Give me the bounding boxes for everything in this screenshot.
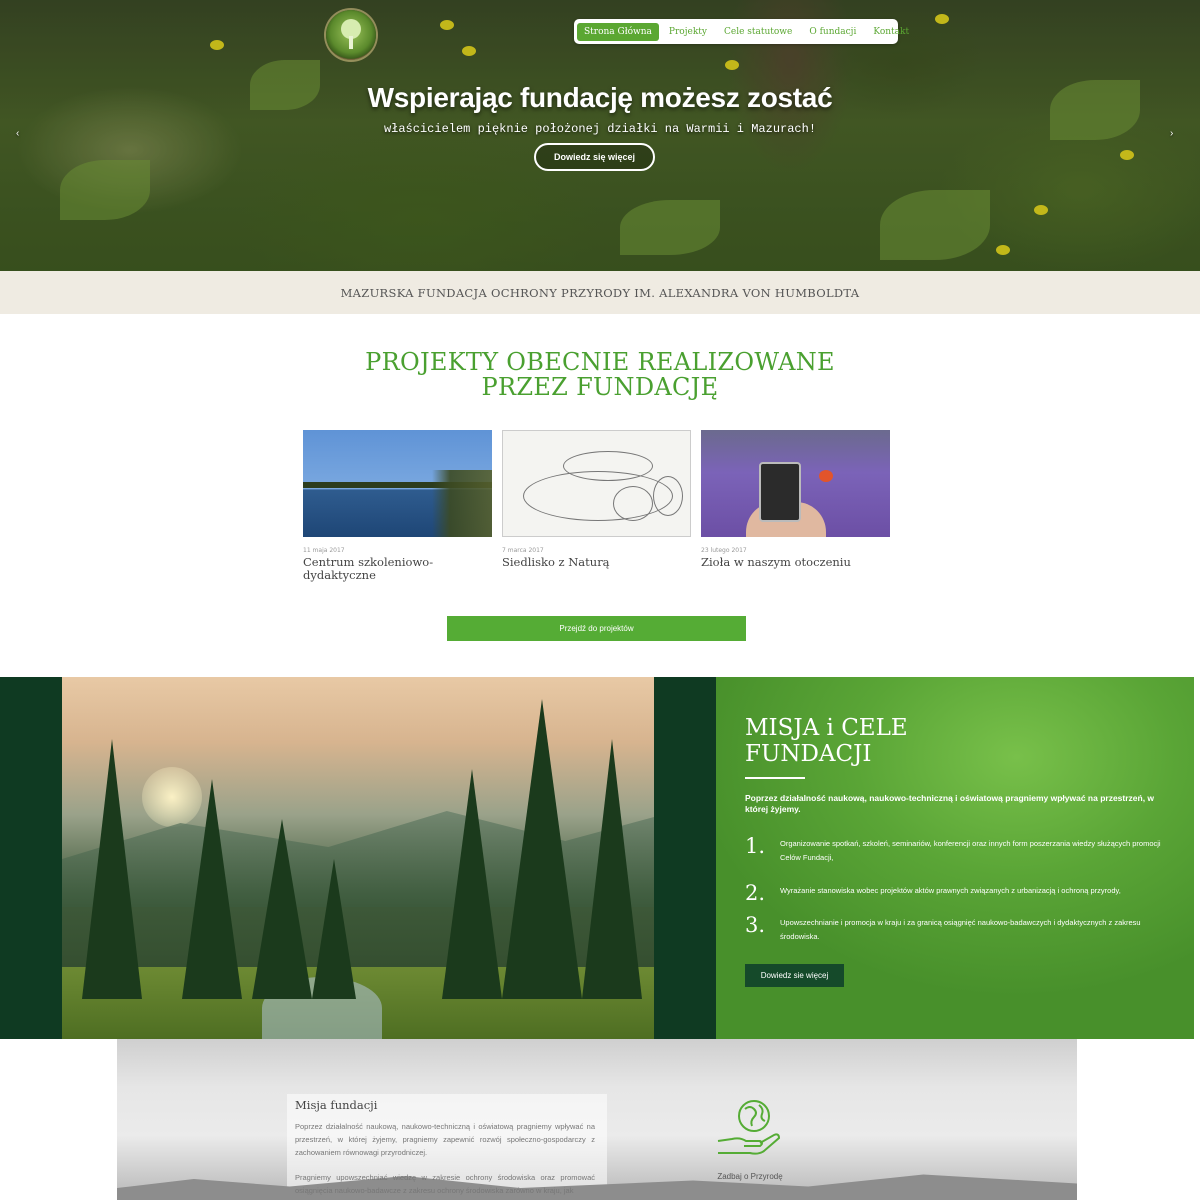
list-text: Wyrażanie stanowiska wobec projektów akt…: [780, 886, 1121, 895]
hero-subtitle: właścicielem pięknie położonej działki n…: [383, 122, 817, 136]
pine-tree: [82, 739, 142, 999]
page-edge: [1194, 677, 1200, 1039]
mission-background: [117, 1039, 1077, 1200]
mission-list-item: 3. Upowszechnianie i promocja w kraju i …: [745, 914, 1165, 944]
globe-hand-icon: [714, 1099, 784, 1159]
pine-tree: [182, 779, 242, 999]
slider-next-icon[interactable]: ›: [1170, 128, 1173, 139]
project-image-sketch[interactable]: [502, 430, 691, 537]
pine-tree: [442, 769, 502, 999]
project-title[interactable]: Zioła w naszym otoczeniu: [701, 556, 890, 569]
divider: [745, 777, 805, 779]
sketch-line: [613, 486, 653, 521]
forest-image: [62, 677, 654, 1039]
mission-section-title: Misja fundacji: [295, 1098, 378, 1112]
hero-title: Wspierając fundację możesz zostać: [367, 82, 833, 113]
mission-lead: Poprzez działalność naukową, naukowo-tec…: [745, 793, 1155, 814]
mission-paragraph: Pragniemy upowszechniać wiedzę w zakresi…: [295, 1173, 595, 1195]
reeds: [432, 470, 492, 537]
project-image-lake[interactable]: [303, 430, 492, 537]
nav-item-goals[interactable]: Cele statutowe: [717, 23, 799, 41]
mission-paragraph: Poprzez działalność naukową, naukowo-tec…: [295, 1122, 595, 1157]
slider-prev-icon[interactable]: ‹: [16, 128, 19, 139]
projects-heading-line2: PRZEZ FUNDACJĘ: [481, 373, 719, 401]
hero-learn-more-button[interactable]: Dowiedz się więcej: [534, 143, 655, 171]
nav-item-home[interactable]: Strona Główna: [577, 22, 659, 41]
list-number: 2.: [745, 881, 766, 905]
foundation-name-band: MAZURSKA FUNDACJA OCHRONY PRZYRODY IM. A…: [0, 271, 1200, 314]
project-card[interactable]: 23 lutego 2017 Zioła w naszym otoczeniu: [701, 430, 890, 569]
pine-tree: [252, 819, 312, 999]
nav-item-about[interactable]: O fundacji: [802, 23, 863, 41]
pine-tree: [582, 739, 642, 999]
sketch-line: [563, 451, 653, 481]
foundation-name: MAZURSKA FUNDACJA OCHRONY PRZYRODY IM. A…: [340, 285, 860, 300]
mission-heading-line2: FUNDACJI: [745, 741, 872, 767]
mission-list-item: 2. Wyrażanie stanowiska wobec projektów …: [745, 882, 1165, 904]
mission-list-item: 1. Organizowanie spotkań, szkoleń, semin…: [745, 835, 1165, 865]
projects-heading: PROJEKTY OBECNIE REALIZOWANE PRZEZ FUNDA…: [0, 350, 1200, 400]
tree-trunk: [349, 36, 353, 49]
poppy: [819, 470, 833, 482]
list-text: Upowszechnianie i promocja w kraju i za …: [780, 918, 1141, 941]
nav-item-contact[interactable]: Kontakt: [866, 23, 916, 41]
project-title[interactable]: Siedlisko z Naturą: [502, 556, 691, 569]
list-number: 3.: [745, 913, 766, 937]
mission-learn-more-button[interactable]: Dowiedz sie więcej: [745, 964, 844, 987]
project-title[interactable]: Centrum szkoleniowo-dydaktyczne: [303, 556, 492, 582]
go-to-projects-button[interactable]: Przejdź do projektów: [447, 616, 746, 641]
list-number: 1.: [745, 834, 766, 858]
nav-item-projects[interactable]: Projekty: [662, 23, 714, 41]
pine-tree: [502, 699, 582, 999]
care-for-nature-label[interactable]: Zadbaj o Przyrodę: [700, 1172, 800, 1181]
project-date: 11 maja 2017: [303, 547, 345, 554]
foundation-logo[interactable]: [326, 10, 376, 60]
mission-heading-line1: MISJA i CELE: [745, 715, 908, 741]
phone: [759, 462, 801, 522]
mission-heading: MISJA i CELE FUNDACJI: [745, 715, 908, 767]
main-nav: Strona Główna Projekty Cele statutowe O …: [574, 19, 909, 44]
sketch-line: [653, 476, 683, 516]
list-text: Organizowanie spotkań, szkoleń, seminari…: [780, 839, 1161, 862]
project-card[interactable]: 11 maja 2017 Centrum szkoleniowo-dydakty…: [303, 430, 492, 582]
project-image-lavender[interactable]: [701, 430, 890, 537]
project-card[interactable]: 7 marca 2017 Siedlisko z Naturą: [502, 430, 691, 569]
pine-tree: [312, 859, 356, 999]
project-date: 7 marca 2017: [502, 547, 544, 554]
projects-heading-line1: PROJEKTY OBECNIE REALIZOWANE: [365, 348, 835, 376]
project-date: 23 lutego 2017: [701, 547, 747, 554]
